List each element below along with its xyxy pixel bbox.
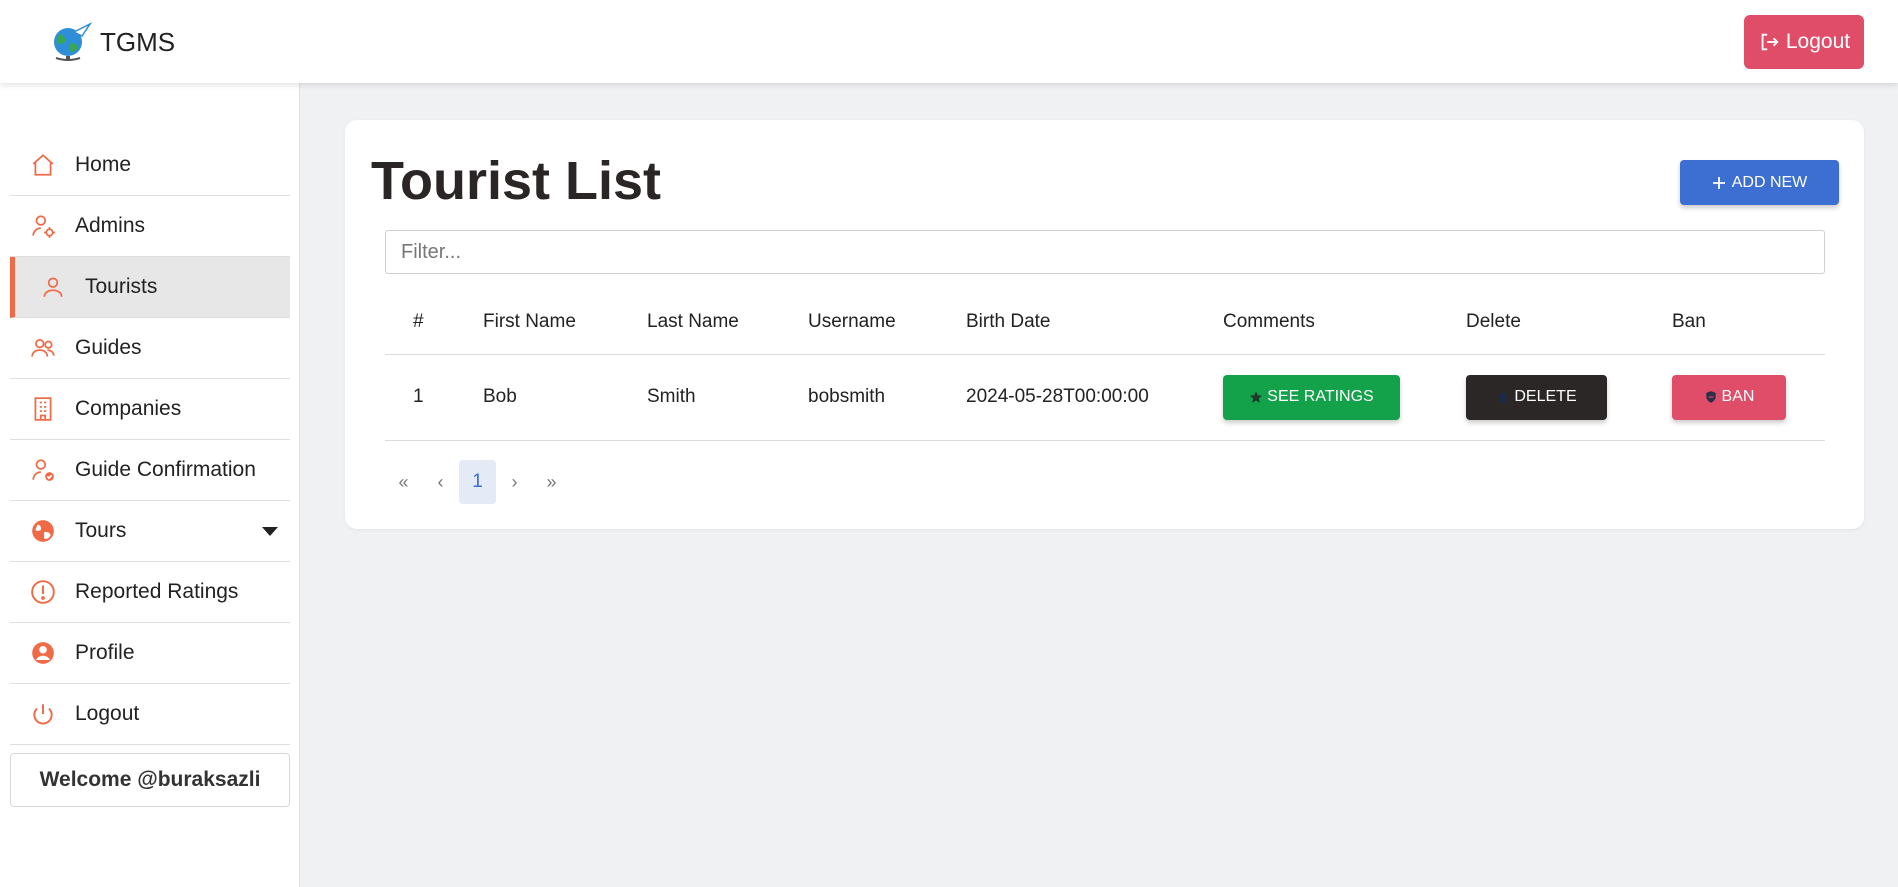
tourist-list-card: Tourist List ADD NEW # First Name Last N… bbox=[345, 120, 1864, 529]
ban-button[interactable]: BAN bbox=[1672, 374, 1786, 420]
table-row: 1 Bob Smith bobsmith 2024-05-28T00:00:00… bbox=[385, 354, 1825, 441]
ban-label: BAN bbox=[1721, 388, 1755, 405]
logout-button-label: Logout bbox=[1785, 30, 1851, 53]
sidebar-item-label: Reported Ratings bbox=[75, 580, 239, 603]
column-header-last-name: Last Name bbox=[647, 290, 808, 355]
plus-icon bbox=[1712, 176, 1725, 189]
sidebar-item-guide-confirmation[interactable]: Guide Confirmation bbox=[10, 440, 290, 501]
see-ratings-label: SEE RATINGS bbox=[1267, 388, 1374, 405]
column-header-ban: Ban bbox=[1672, 290, 1825, 355]
power-icon bbox=[28, 699, 58, 729]
chevron-down-icon[interactable] bbox=[262, 527, 278, 536]
sidebar-item-label: Guides bbox=[75, 336, 142, 359]
sidebar-item-guides[interactable]: Guides bbox=[10, 318, 290, 379]
cell-first-name: Bob bbox=[483, 354, 647, 441]
sidebar-item-label: Admins bbox=[75, 214, 146, 237]
sidebar-item-label: Tourists bbox=[85, 275, 158, 298]
pagination-last[interactable]: » bbox=[533, 460, 570, 504]
delete-label: DELETE bbox=[1514, 388, 1577, 405]
brand[interactable]: TGMS bbox=[48, 20, 175, 64]
sidebar-item-label: Home bbox=[75, 153, 132, 176]
trash-icon bbox=[1499, 392, 1507, 403]
globe-plane-logo bbox=[54, 22, 92, 61]
logout-icon bbox=[1761, 33, 1779, 51]
sidebar: Home Admins Tourists Guides Companies Gu… bbox=[0, 83, 300, 887]
pagination: « ‹ 1 › » bbox=[385, 460, 570, 504]
logout-button[interactable]: Logout bbox=[1744, 15, 1864, 69]
column-header-number: # bbox=[385, 290, 483, 355]
sidebar-item-companies[interactable]: Companies bbox=[10, 379, 290, 440]
add-new-label: ADD NEW bbox=[1731, 173, 1808, 191]
welcome-message: Welcome @buraksazli bbox=[10, 753, 290, 807]
sidebar-item-logout[interactable]: Logout bbox=[10, 684, 290, 745]
column-header-delete: Delete bbox=[1466, 290, 1672, 355]
sidebar-item-label: Companies bbox=[75, 397, 182, 420]
column-header-comments: Comments bbox=[1223, 290, 1466, 355]
pagination-next[interactable]: › bbox=[496, 460, 533, 504]
tourist-table: # First Name Last Name Username Birth Da… bbox=[385, 290, 1825, 441]
profile-icon bbox=[28, 638, 58, 668]
sidebar-item-home[interactable]: Home bbox=[10, 135, 290, 196]
brand-name: TGMS bbox=[100, 26, 176, 57]
column-header-birth-date: Birth Date bbox=[966, 290, 1223, 355]
globe-icon bbox=[28, 516, 58, 546]
cell-username: bobsmith bbox=[808, 354, 966, 441]
user-check-icon bbox=[28, 455, 58, 485]
delete-button[interactable]: DELETE bbox=[1466, 374, 1607, 420]
sidebar-item-profile[interactable]: Profile bbox=[10, 623, 290, 684]
sidebar-item-tourists[interactable]: Tourists bbox=[10, 257, 290, 318]
cell-number: 1 bbox=[385, 354, 483, 441]
table-header-row: # First Name Last Name Username Birth Da… bbox=[385, 290, 1825, 355]
cell-delete: DELETE bbox=[1466, 354, 1672, 441]
sidebar-nav: Home Admins Tourists Guides Companies Gu… bbox=[10, 135, 290, 745]
sidebar-item-label: Logout bbox=[75, 702, 140, 725]
sidebar-item-label: Tours bbox=[75, 519, 127, 542]
cell-ban: BAN bbox=[1672, 354, 1825, 441]
column-header-username: Username bbox=[808, 290, 966, 355]
cell-comments: SEE RATINGS bbox=[1223, 354, 1466, 441]
filter-input[interactable] bbox=[385, 230, 1825, 274]
see-ratings-button[interactable]: SEE RATINGS bbox=[1223, 374, 1400, 420]
shield-icon bbox=[1705, 391, 1716, 403]
sidebar-item-admins[interactable]: Admins bbox=[10, 196, 290, 257]
page-title: Tourist List bbox=[371, 151, 661, 211]
user-gear-icon bbox=[28, 211, 58, 241]
alert-circle-icon bbox=[28, 577, 58, 607]
pagination-page[interactable]: 1 bbox=[459, 460, 496, 504]
pagination-first[interactable]: « bbox=[385, 460, 422, 504]
users-icon bbox=[28, 333, 58, 363]
sidebar-item-reported-ratings[interactable]: Reported Ratings bbox=[10, 562, 290, 623]
user-icon bbox=[38, 272, 68, 302]
cell-last-name: Smith bbox=[647, 354, 808, 441]
sidebar-item-label: Guide Confirmation bbox=[75, 458, 256, 481]
add-new-button[interactable]: ADD NEW bbox=[1680, 160, 1839, 205]
pagination-prev[interactable]: ‹ bbox=[422, 460, 459, 504]
column-header-first-name: First Name bbox=[483, 290, 647, 355]
cell-birth-date: 2024-05-28T00:00:00 bbox=[966, 354, 1223, 441]
top-header: TGMS Logout bbox=[0, 0, 1898, 83]
star-icon bbox=[1250, 391, 1263, 403]
home-icon bbox=[28, 150, 58, 180]
sidebar-item-label: Profile bbox=[75, 641, 135, 664]
sidebar-item-tours[interactable]: Tours bbox=[10, 501, 290, 562]
building-icon bbox=[28, 394, 58, 424]
